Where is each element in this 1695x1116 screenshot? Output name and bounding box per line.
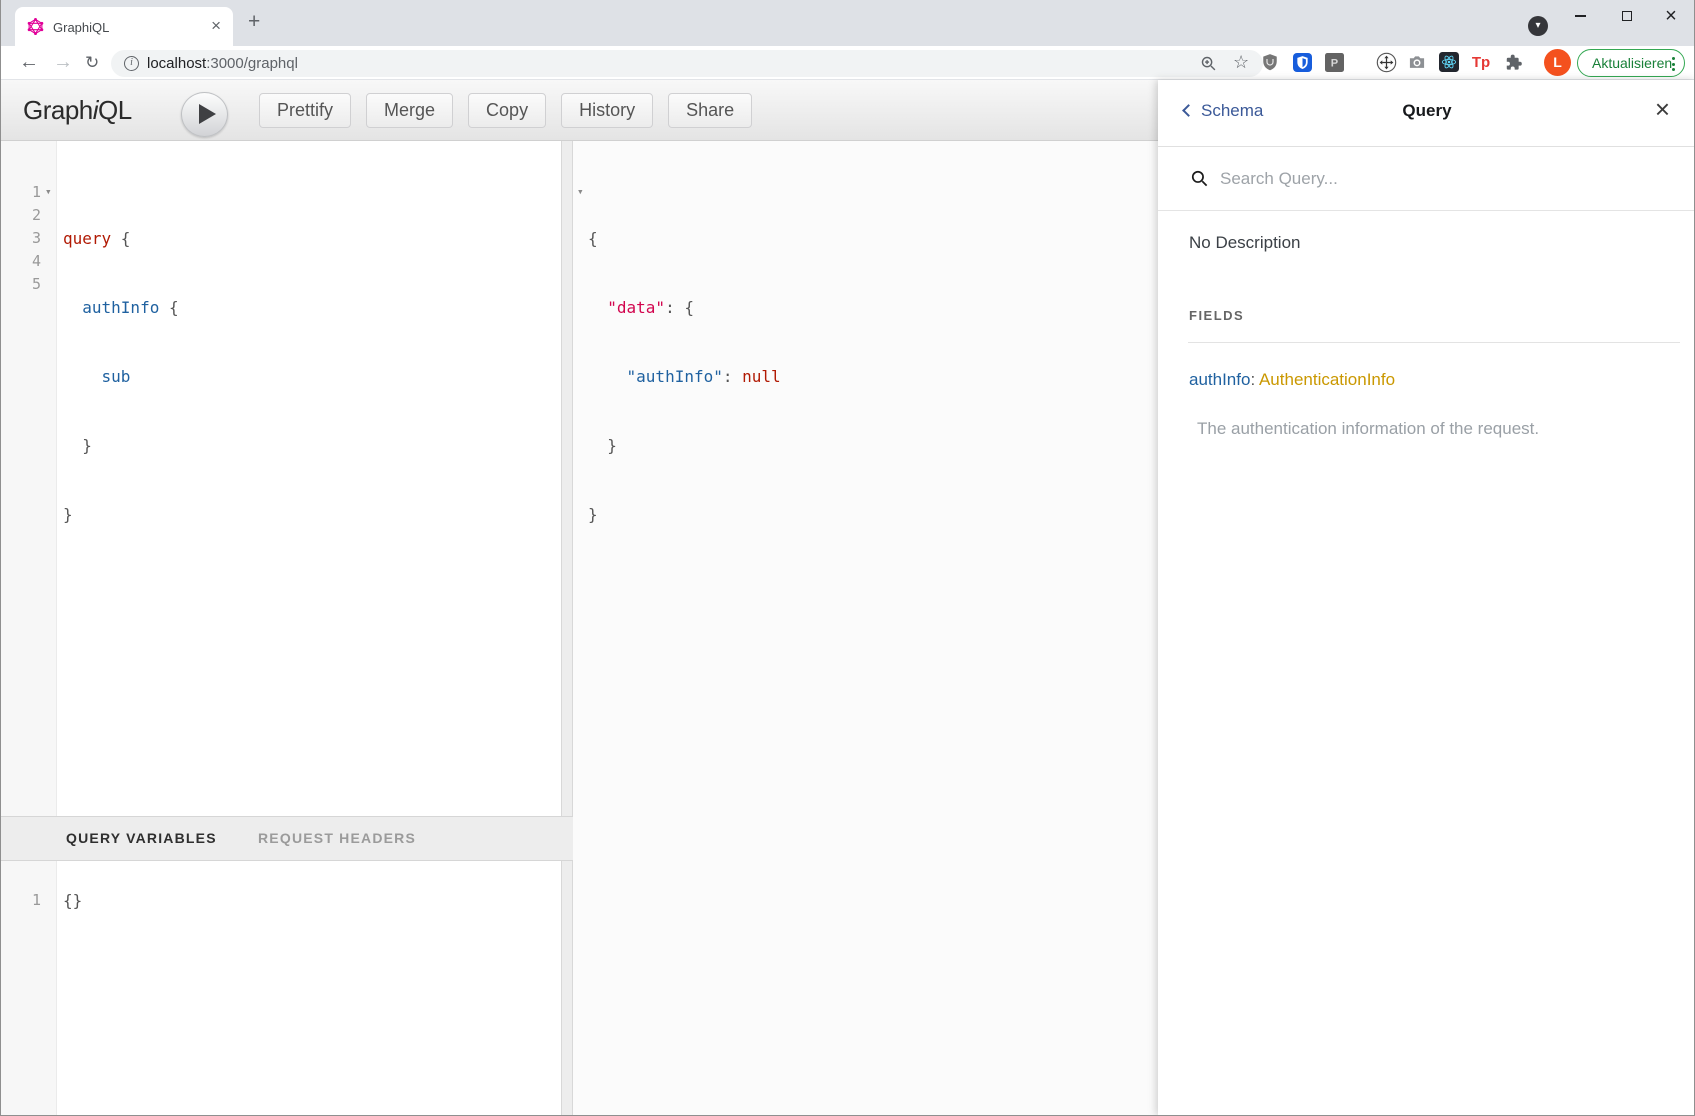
copy-button[interactable]: Copy (468, 93, 546, 128)
bitwarden-extension-icon[interactable] (1291, 51, 1313, 73)
window-close-button[interactable]: × (1648, 0, 1694, 32)
code-line: "authInfo": null (588, 365, 781, 388)
zoom-indicator-icon[interactable] (1200, 55, 1217, 72)
search-icon (1190, 169, 1209, 188)
line-number: 2 (1, 204, 41, 227)
graphiql-toolbar: GraphiQL Prettify Merge Copy History Sha… (1, 80, 1158, 141)
url-text: localhost:3000/graphql (147, 55, 298, 72)
fields-divider (1188, 342, 1680, 343)
graphiql-app: GraphiQL Prettify Merge Copy History Sha… (1, 80, 1695, 1116)
docs-search-section (1158, 147, 1695, 211)
tab-request-headers[interactable]: REQUEST HEADERS (258, 817, 416, 860)
merge-button[interactable]: Merge (366, 93, 453, 128)
pane-divider[interactable] (561, 141, 573, 1116)
type-description: No Description (1189, 233, 1301, 253)
field-type-link[interactable]: AuthenticationInfo (1259, 370, 1395, 389)
code-line: sub (63, 365, 179, 388)
variables-tab-bar: QUERY VARIABLES REQUEST HEADERS (1, 816, 573, 861)
line-number: 1 (1, 889, 41, 912)
query-editor[interactable]: 1 2 3 4 5 ▾ query { authInfo { sub } } (1, 141, 561, 816)
tab-search-button[interactable]: ▾ (1528, 16, 1548, 36)
code-line: query { (63, 227, 179, 250)
fold-arrow-icon[interactable]: ▾ (577, 185, 584, 198)
share-button[interactable]: Share (668, 93, 752, 128)
tab-bar: GraphiQL × + ▾ × (1, 0, 1694, 46)
query-editor-gutter: 1 2 3 4 5 ▾ (1, 141, 57, 816)
browser-window: GraphiQL × + ▾ × ← → ↻ i localhost:3000/… (0, 0, 1695, 1116)
tp-extension-icon[interactable]: Tp (1470, 51, 1492, 73)
result-code: { "data": { "authInfo": null } } (588, 181, 781, 572)
query-code: query { authInfo { sub } } (63, 181, 179, 572)
code-line: { (588, 227, 781, 250)
letter-p-extension-icon[interactable]: P (1323, 51, 1345, 73)
extensions-puzzle-icon[interactable] (1502, 51, 1524, 73)
line-number: 5 (1, 273, 41, 296)
camera-extension-icon[interactable] (1406, 51, 1428, 73)
browser-update-button[interactable]: Aktualisieren (1577, 49, 1685, 77)
docs-header: Schema Query × (1158, 80, 1695, 147)
move-tool-extension-icon[interactable] (1375, 51, 1397, 73)
code-line: authInfo { (63, 296, 179, 319)
graphiql-logo: GraphiQL (23, 95, 132, 126)
react-devtools-extension-icon[interactable] (1438, 51, 1460, 73)
svg-text:P: P (1330, 57, 1338, 69)
variables-editor-gutter: 1 (1, 861, 57, 1116)
docs-panel: Schema Query × No Description FIELDS aut… (1158, 80, 1695, 1116)
field-row: authInfo: AuthenticationInfo (1189, 370, 1395, 390)
history-button[interactable]: History (561, 93, 653, 128)
variables-editor[interactable]: 1 {} (1, 861, 561, 1116)
url-field[interactable]: i localhost:3000/graphql ☆ (111, 50, 1263, 77)
docs-title: Query (1158, 101, 1695, 121)
back-button[interactable]: ← (19, 46, 39, 79)
graphql-favicon-icon (27, 18, 44, 35)
new-tab-button[interactable]: + (248, 10, 260, 34)
prettify-button[interactable]: Prettify (259, 93, 351, 128)
address-bar: ← → ↻ i localhost:3000/graphql ☆ P (1, 46, 1694, 80)
tab-query-variables[interactable]: QUERY VARIABLES (66, 817, 217, 860)
profile-avatar[interactable]: L (1544, 49, 1571, 76)
site-info-icon[interactable]: i (124, 56, 139, 71)
tab-close-icon[interactable]: × (211, 16, 221, 36)
window-maximize-button[interactable] (1604, 0, 1650, 32)
ublock-extension-icon[interactable] (1259, 51, 1281, 73)
code-line: } (588, 434, 781, 457)
result-viewer: ▾ { "data": { "authInfo": null } } (573, 141, 1158, 1116)
code-line: "data": { (588, 296, 781, 319)
line-number: 4 (1, 250, 41, 273)
tab-title: GraphiQL (53, 20, 109, 35)
code-line: } (63, 434, 179, 457)
browser-tab[interactable]: GraphiQL × (15, 7, 233, 46)
refresh-button[interactable]: ↻ (85, 46, 99, 79)
browser-menu-icon[interactable] (1672, 57, 1675, 74)
line-number: 3 (1, 227, 41, 250)
forward-button[interactable]: → (53, 46, 73, 79)
execute-query-button[interactable] (181, 92, 228, 137)
fields-section-header: FIELDS (1189, 308, 1244, 323)
code-line: } (588, 503, 781, 526)
line-number: 1 (1, 181, 41, 204)
window-minimize-button[interactable] (1557, 0, 1603, 32)
variables-code: {} (63, 889, 82, 912)
code-line: } (63, 503, 179, 526)
bookmark-star-icon[interactable]: ☆ (1233, 52, 1249, 73)
docs-close-icon[interactable]: × (1655, 94, 1670, 125)
field-name-link[interactable]: authInfo (1189, 370, 1250, 389)
docs-search-input[interactable] (1220, 161, 1676, 197)
field-description: The authentication information of the re… (1197, 419, 1539, 439)
play-icon (199, 104, 216, 124)
fold-arrow-icon[interactable]: ▾ (45, 185, 52, 198)
